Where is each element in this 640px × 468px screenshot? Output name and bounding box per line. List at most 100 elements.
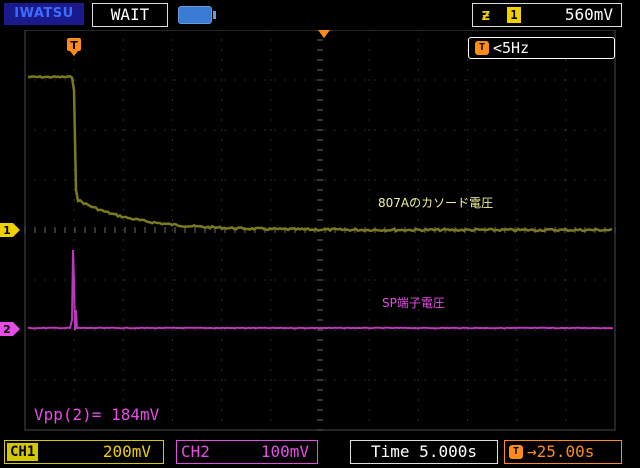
grid-dot [464, 379, 466, 381]
grid-dot [172, 209, 173, 211]
grid-dot [594, 79, 596, 81]
trigger-position-marker-icon[interactable] [318, 30, 330, 38]
grid-dot [174, 79, 176, 81]
grid-dot [124, 379, 126, 381]
grid-dot [484, 129, 486, 131]
grid-dot [122, 189, 124, 191]
trigger-settings[interactable]: ƶ 1 560mV [472, 3, 622, 27]
grid-dot [516, 69, 518, 71]
grid-dot [122, 159, 124, 161]
grid-dot [221, 139, 223, 141]
grid-dot [114, 129, 116, 131]
grid-dot [354, 329, 356, 331]
grid-dot [270, 399, 272, 401]
grid-dot [234, 379, 236, 381]
grid-dot [417, 39, 419, 41]
battery-icon [178, 6, 216, 24]
ch2-ground-marker-icon[interactable]: 2 [0, 322, 20, 336]
grid-dot [73, 389, 75, 391]
grid-dot [64, 279, 66, 281]
trigger-point-icon[interactable]: T [67, 38, 81, 56]
grid-dot [504, 129, 506, 131]
grid-dot [44, 79, 46, 81]
grid-dot [122, 229, 124, 231]
ch2-marker-number: 2 [3, 323, 11, 336]
grid-dot [172, 419, 173, 421]
grid-dot [172, 59, 173, 61]
grid-dot [64, 129, 66, 131]
grid-dot [274, 179, 276, 181]
grid-dot [516, 149, 518, 151]
grid-dot [504, 79, 506, 81]
grid-dot [494, 79, 496, 81]
grid-dot [24, 279, 26, 281]
grid-dot [417, 259, 419, 261]
grid-dot [516, 239, 518, 241]
trigger-delay-setting[interactable]: T →25.00s [504, 440, 622, 464]
grid-dot [194, 329, 196, 331]
grid-dot [174, 129, 176, 131]
grid-dot [467, 279, 468, 281]
grid-dot [221, 349, 223, 351]
grid-dot [417, 109, 419, 111]
grid-dot [270, 339, 272, 341]
grid-dot [84, 379, 86, 381]
grid-dot [73, 399, 75, 401]
grid-dot [172, 299, 173, 301]
grid-dot [34, 79, 36, 81]
grid-dot [122, 199, 124, 201]
trigger-point-letter: T [70, 39, 78, 52]
grid-dot [565, 109, 567, 111]
grid-dot [224, 129, 226, 131]
grid-dot [134, 79, 136, 81]
grid-dot [244, 79, 246, 81]
grid-dot [264, 279, 266, 281]
grid-dot [574, 79, 576, 81]
grid-dot [172, 369, 173, 371]
grid-dot [467, 379, 468, 381]
grid-dot [434, 329, 436, 331]
grid-dot [94, 179, 96, 181]
grid-dot [565, 369, 567, 371]
grid-dot [584, 179, 586, 181]
grid-dot [604, 329, 606, 331]
grid-dot [221, 199, 223, 201]
grid-dot [424, 279, 426, 281]
grid-dot [516, 309, 518, 311]
grid-dot [516, 369, 518, 371]
grid-dot [574, 279, 576, 281]
grid-dot [494, 329, 496, 331]
grid-dot [424, 79, 426, 81]
ch1-settings[interactable]: CH1 200mV [4, 440, 164, 464]
grid-dot [474, 279, 476, 281]
grid-dot [184, 129, 186, 131]
grid-dot [270, 99, 272, 101]
grid-dot [44, 379, 46, 381]
ch1-ground-marker-icon[interactable]: 1 [0, 223, 20, 237]
grid-dot [164, 129, 166, 131]
grid-dot [494, 379, 496, 381]
grid-dot [174, 279, 176, 281]
grid-dot [417, 59, 419, 61]
grid-dot [270, 189, 272, 191]
grid-dot [122, 279, 124, 281]
timebase-setting[interactable]: Time 5.000s [350, 440, 498, 464]
grid-dot [270, 159, 272, 161]
grid-dot [184, 79, 186, 81]
grid-dot [221, 409, 223, 411]
grid-dot [614, 79, 616, 81]
grid-dot [54, 79, 56, 81]
ch2-settings[interactable]: CH2 100mV [176, 440, 318, 464]
grid-dot [24, 379, 26, 381]
grid-dot [44, 279, 46, 281]
grid-dot [144, 279, 146, 281]
grid-dot [364, 79, 366, 81]
grid-dot [354, 79, 356, 81]
grid-dot [368, 69, 370, 71]
grid-dot [534, 379, 536, 381]
grid-dot [294, 129, 296, 131]
grid-dot [417, 419, 419, 421]
grid-dot [454, 79, 456, 81]
grid-dot [264, 379, 266, 381]
grid-dot [516, 89, 518, 91]
